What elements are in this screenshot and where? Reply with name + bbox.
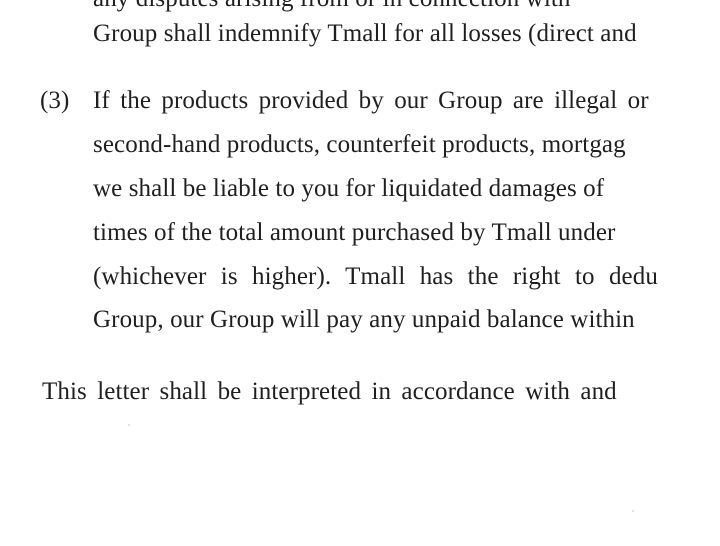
paragraph-3-line-2: second-hand products, counterfeit produc…: [93, 131, 626, 158]
paragraph-2-last-line: Group shall indemnify Tmall for all loss…: [93, 20, 637, 47]
paragraph-3-line-5: (whichever is higher). Tmall has the rig…: [93, 263, 658, 290]
scan-speck: [632, 510, 634, 512]
scan-speck: [128, 424, 130, 426]
paragraph-3-line-1: If the products provided by our Group ar…: [93, 87, 649, 114]
paragraph-3-line-4: times of the total amount purchased by T…: [93, 219, 616, 246]
paragraph-2-partial-line: any disputes arising from or in connecti…: [93, 0, 571, 14]
paragraph-3-line-3: we shall be liable to you for liquidated…: [93, 175, 605, 202]
paragraph-3-line-6: Group, our Group will pay any unpaid bal…: [93, 306, 635, 333]
paragraph-3-number: (3): [40, 87, 70, 114]
closing-paragraph-line: This letter shall be interpreted in acco…: [42, 378, 617, 405]
document-page: any disputes arising from or in connecti…: [0, 0, 720, 546]
